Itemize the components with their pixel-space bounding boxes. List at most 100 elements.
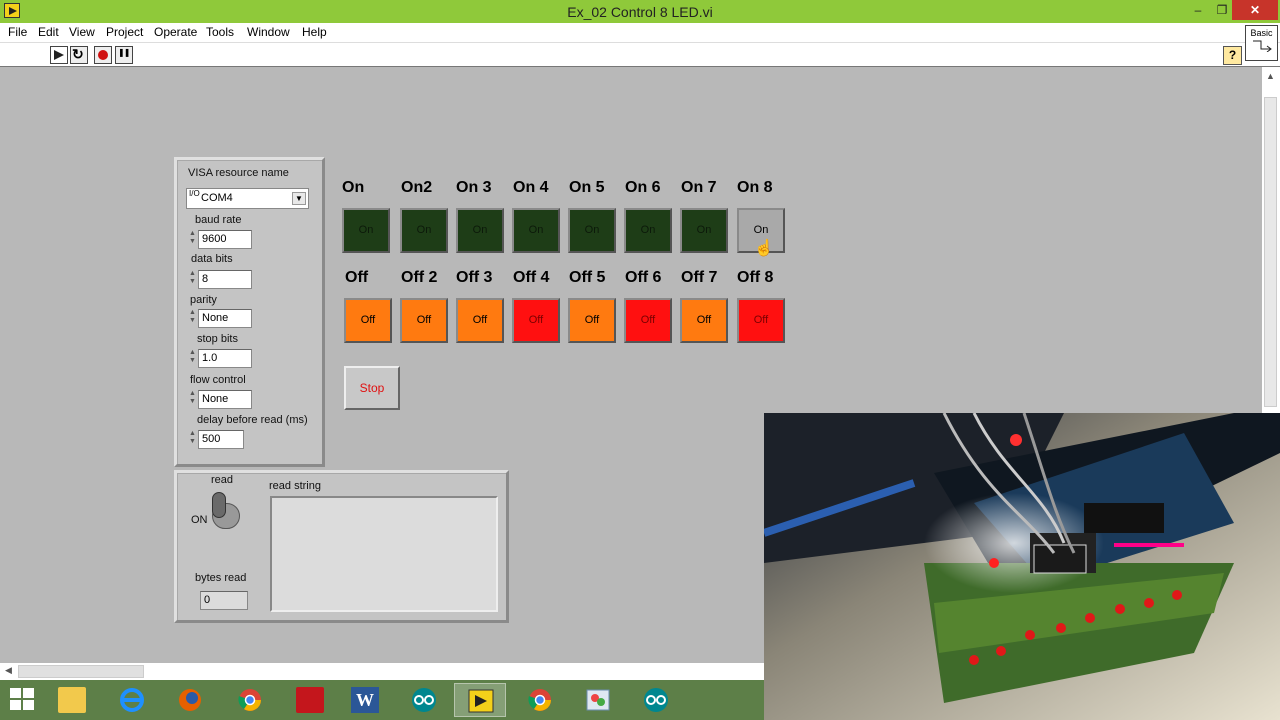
window-title: Ex_02 Control 8 LED.vi: [567, 4, 713, 20]
on-6-label: On 6: [625, 179, 661, 196]
firefox-icon[interactable]: [164, 683, 216, 717]
on-1-label: On: [342, 179, 365, 196]
off-4-button[interactable]: Off: [512, 298, 560, 343]
on-4-button[interactable]: On: [512, 208, 560, 253]
arduino-icon-2[interactable]: [630, 683, 682, 717]
run-continuously-icon[interactable]: [70, 46, 88, 64]
toolbar: ?: [0, 43, 1280, 67]
menu-tools[interactable]: Tools: [206, 25, 234, 39]
delay-field[interactable]: 500: [198, 430, 244, 449]
baud-rate-label: baud rate: [195, 214, 242, 226]
webcam-photo: [764, 413, 1280, 720]
menu-help[interactable]: Help: [302, 25, 327, 39]
file-explorer-icon[interactable]: [46, 683, 98, 717]
off-3-button[interactable]: Off: [456, 298, 504, 343]
off-2-label: Off 2: [401, 269, 438, 286]
on-4-label: On 4: [513, 179, 549, 196]
visa-resource-label: VISA resource name: [188, 167, 289, 179]
baud-rate-spinner-icon[interactable]: ▲ ▼: [188, 230, 197, 249]
labview-icon[interactable]: [454, 683, 506, 717]
bytes-read-label: bytes read: [195, 572, 247, 584]
on-5-button[interactable]: On: [568, 208, 616, 253]
abort-execution-icon[interactable]: [94, 46, 112, 64]
data-bits-label: data bits: [191, 253, 233, 265]
io-icon: I/O: [189, 189, 200, 198]
menu-operate[interactable]: Operate: [154, 25, 197, 39]
run-arrow-icon[interactable]: [50, 46, 68, 64]
pause-icon[interactable]: [115, 46, 133, 64]
baud-rate-field[interactable]: 9600: [198, 230, 252, 249]
stop-bits-label: stop bits: [197, 333, 238, 345]
palette-label: Basic: [1250, 28, 1273, 38]
toggle-lever-icon[interactable]: [212, 492, 226, 518]
delay-spinner-icon[interactable]: ▲ ▼: [188, 430, 197, 449]
start-icon[interactable]: [10, 688, 36, 712]
menu-edit[interactable]: Edit: [38, 25, 59, 39]
on-7-button[interactable]: On: [680, 208, 728, 253]
stop-bits-spinner-icon[interactable]: ▲ ▼: [188, 349, 197, 368]
off-4-label: Off 4: [513, 269, 550, 286]
read-string-label: read string: [269, 480, 321, 492]
internet-explorer-icon[interactable]: [106, 683, 158, 717]
hand-cursor-icon: ☝: [754, 240, 774, 257]
context-help-button[interactable]: ?: [1223, 46, 1242, 65]
off-1-button[interactable]: Off: [344, 298, 392, 343]
scroll-thumb[interactable]: [1264, 97, 1277, 407]
data-bits-field[interactable]: 8: [198, 270, 252, 289]
paint-icon[interactable]: [572, 683, 624, 717]
on-3-label: On 3: [456, 179, 492, 196]
data-bits-spinner-icon[interactable]: ▲ ▼: [188, 270, 197, 289]
connector-icon: [1252, 40, 1272, 53]
chrome-icon[interactable]: [224, 683, 276, 717]
visa-resource-select[interactable]: I/O COM4 ▼: [186, 188, 309, 209]
scroll-left-icon[interactable]: ◀: [5, 665, 12, 676]
title-bar: Ex_02 Control 8 LED.vi – ❐ ✕: [0, 0, 1280, 23]
on-6-button[interactable]: On: [624, 208, 672, 253]
on-5-label: On 5: [569, 179, 605, 196]
palette-icon[interactable]: Basic: [1245, 25, 1278, 61]
off-2-button[interactable]: Off: [400, 298, 448, 343]
off-8-button[interactable]: Off: [737, 298, 785, 343]
menu-file[interactable]: File: [8, 25, 27, 39]
off-5-label: Off 5: [569, 269, 606, 286]
flow-control-spinner-icon[interactable]: ▲ ▼: [188, 390, 197, 409]
delay-label: delay before read (ms): [197, 414, 308, 426]
acrobat-icon[interactable]: [284, 683, 336, 717]
read-string-display: [270, 496, 498, 612]
on-1-button[interactable]: On: [342, 208, 390, 253]
parity-label: parity: [190, 294, 217, 306]
horizontal-scroll-thumb[interactable]: [18, 665, 144, 678]
off-1-label: Off: [345, 269, 369, 286]
flow-control-field[interactable]: None: [198, 390, 252, 409]
taskbar: W: [0, 680, 764, 720]
on-8-label: On 8: [737, 179, 773, 196]
close-button[interactable]: ✕: [1232, 0, 1278, 20]
word-icon[interactable]: W: [339, 683, 391, 717]
off-7-button[interactable]: Off: [680, 298, 728, 343]
off-5-button[interactable]: Off: [568, 298, 616, 343]
off-6-label: Off 6: [625, 269, 662, 286]
stop-button[interactable]: Stop: [344, 366, 400, 410]
off-8-label: Off 8: [737, 269, 774, 286]
read-toggle-label: read: [211, 474, 234, 486]
on-2-button[interactable]: On: [400, 208, 448, 253]
chrome-icon-2[interactable]: [514, 683, 566, 717]
toggle-on-text: ON: [191, 514, 208, 526]
on-2-label: On2: [401, 179, 433, 196]
menu-project[interactable]: Project: [106, 25, 143, 39]
off-6-button[interactable]: Off: [624, 298, 672, 343]
menu-window[interactable]: Window: [247, 25, 290, 39]
arduino-icon[interactable]: [398, 683, 450, 717]
horizontal-scrollbar[interactable]: ◀: [0, 663, 764, 680]
on-3-button[interactable]: On: [456, 208, 504, 253]
parity-spinner-icon[interactable]: ▲ ▼: [188, 309, 197, 328]
chevron-down-icon[interactable]: ▼: [292, 192, 306, 205]
menu-view[interactable]: View: [69, 25, 95, 39]
scroll-up-icon[interactable]: ▲: [1266, 71, 1275, 81]
off-7-label: Off 7: [681, 269, 718, 286]
stop-bits-field[interactable]: 1.0: [198, 349, 252, 368]
on-7-label: On 7: [681, 179, 717, 196]
off-3-label: Off 3: [456, 269, 493, 286]
parity-field[interactable]: None: [198, 309, 252, 328]
flow-control-label: flow control: [190, 374, 246, 386]
